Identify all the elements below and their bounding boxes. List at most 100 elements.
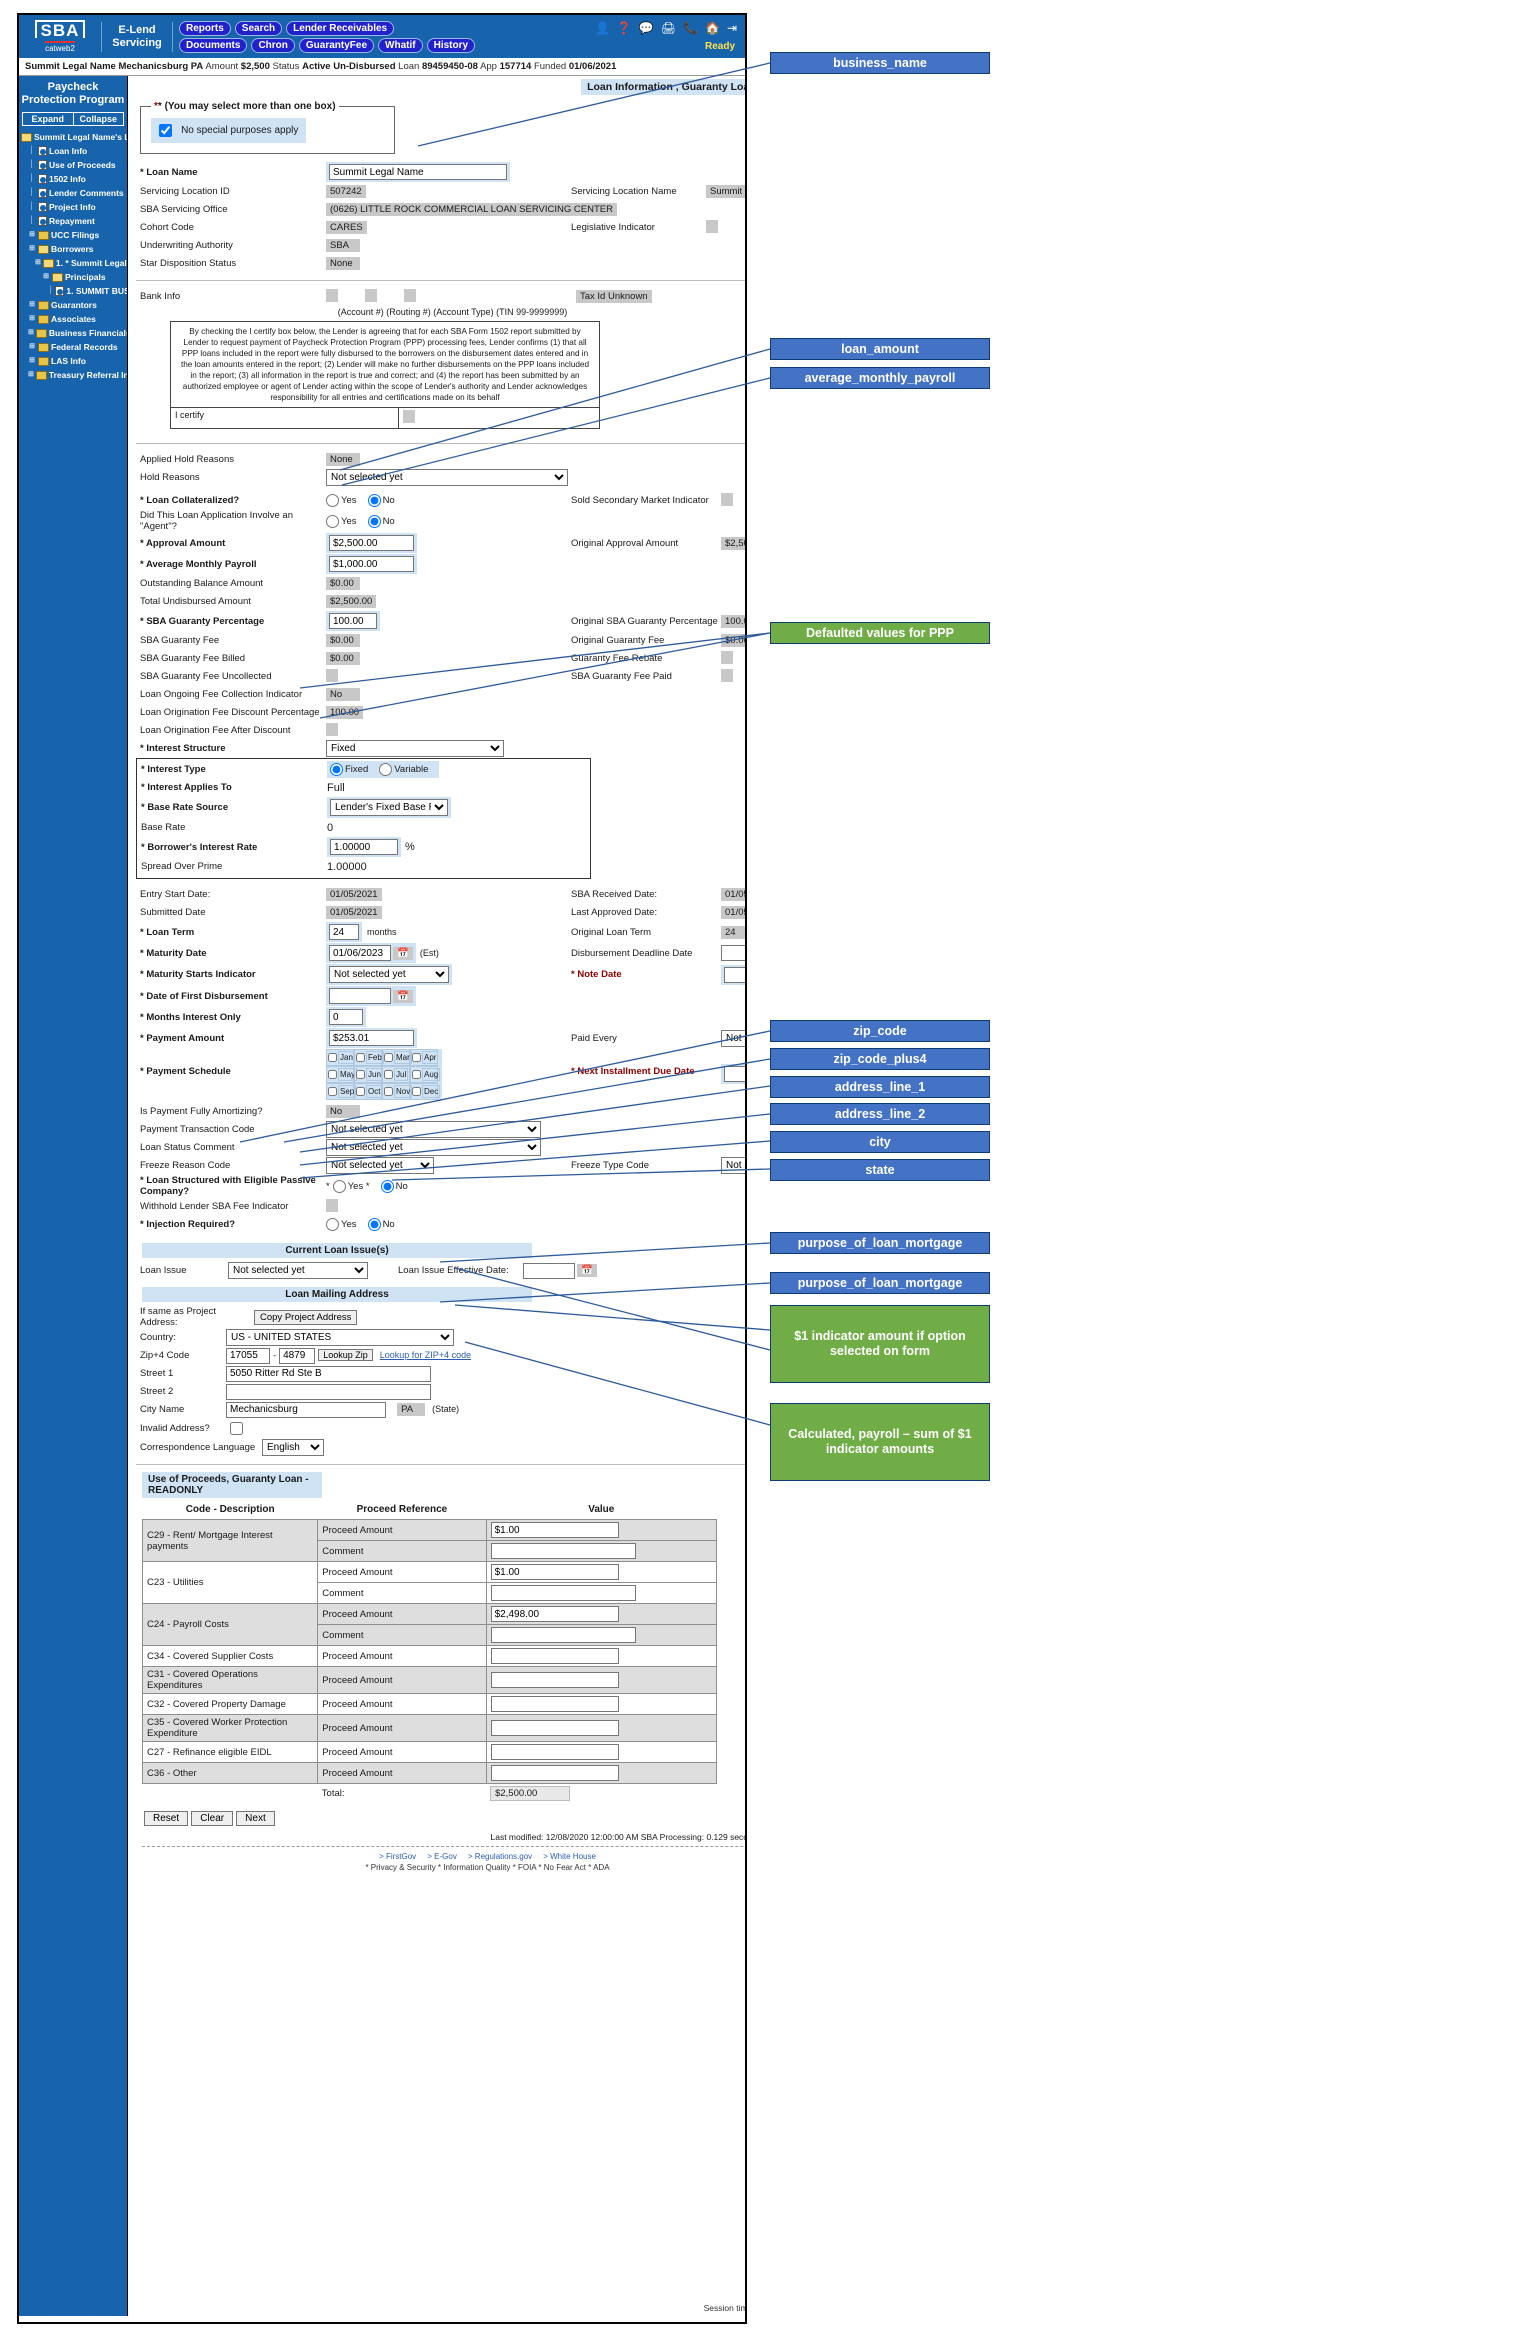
nav-whatif[interactable]: Whatif xyxy=(378,37,423,53)
payment-month-checkbox-jun[interactable] xyxy=(356,1070,365,1079)
calendar-icon-6[interactable]: 📅 xyxy=(577,1264,597,1277)
logout-icon[interactable]: ⇥ xyxy=(727,21,737,35)
payment-month-checkbox-sep[interactable] xyxy=(328,1087,337,1096)
proceed-amount-input[interactable] xyxy=(490,1720,619,1736)
lookup-zip-button[interactable]: Lookup Zip xyxy=(318,1349,373,1361)
tree-expand-icon[interactable]: ⊞ xyxy=(28,341,36,353)
next-button[interactable]: Next xyxy=(236,1811,275,1826)
paid-every-select[interactable]: Not selected yet xyxy=(721,1029,745,1047)
agent-yes-radio[interactable] xyxy=(326,514,339,528)
footer-link-regulations[interactable]: > Regulations.gov xyxy=(468,1852,532,1861)
footer-link-egov[interactable]: > E-Gov xyxy=(427,1852,457,1861)
tree-expand-icon[interactable]: ⊞ xyxy=(28,299,36,311)
sidebar-item-repayment[interactable]: │ Repayment xyxy=(19,214,127,228)
proceed-amount-input[interactable] xyxy=(490,1606,619,1622)
sba-guaranty-pct-input[interactable] xyxy=(329,613,377,629)
proceed-comment-input[interactable] xyxy=(490,1543,636,1559)
proceed-comment-input[interactable] xyxy=(490,1585,636,1601)
passive-no-radio[interactable] xyxy=(380,1179,394,1193)
payment-month-checkbox-feb[interactable] xyxy=(356,1053,365,1062)
calendar-icon[interactable]: 📅 xyxy=(393,946,413,960)
proceed-amount-input[interactable] xyxy=(490,1744,619,1760)
loan-issue-select[interactable]: Not selected yet xyxy=(228,1262,368,1279)
injection-no[interactable]: No xyxy=(367,1218,395,1231)
next-installment-input[interactable] xyxy=(724,1066,745,1082)
payment-month-apr[interactable]: Apr xyxy=(410,1049,439,1066)
tree-expand-icon[interactable]: ⊞ xyxy=(42,271,50,283)
passive-yes-radio[interactable] xyxy=(332,1179,346,1193)
approval-amount-input[interactable] xyxy=(329,535,414,551)
payment-month-dec[interactable]: Dec xyxy=(410,1083,441,1100)
sidebar-item-1-summit-legal-name[interactable]: ⊞ 1. * Summit Legal Name xyxy=(19,256,127,270)
injection-yes-radio[interactable] xyxy=(326,1218,339,1231)
help-icon[interactable]: ❓ xyxy=(617,21,632,35)
loan-term-input[interactable] xyxy=(329,924,359,940)
effective-date-input[interactable] xyxy=(523,1262,575,1279)
hold-reasons-select[interactable]: Not selected yet xyxy=(326,469,568,486)
correspondence-language-select[interactable]: English xyxy=(262,1439,324,1456)
payment-month-aug[interactable]: Aug xyxy=(410,1066,441,1083)
payment-month-checkbox-may[interactable] xyxy=(328,1070,337,1079)
borrower-rate-input[interactable] xyxy=(330,839,398,855)
no-special-purposes-checkbox[interactable] xyxy=(159,124,172,137)
sidebar-item-ucc-filings[interactable]: ⊞ UCC Filings xyxy=(19,228,127,242)
loan-collateralized-no[interactable]: No xyxy=(367,494,395,507)
payment-month-oct[interactable]: Oct xyxy=(354,1083,383,1100)
proceed-amount-input[interactable] xyxy=(490,1765,619,1781)
sidebar-item-business-financials[interactable]: ⊞ Business Financials xyxy=(19,326,127,340)
sidebar-item-lender-comments[interactable]: │ Lender Comments xyxy=(19,186,127,200)
sidebar-item-use-of-proceeds[interactable]: │ Use of Proceeds xyxy=(19,158,127,172)
payment-transaction-code-select[interactable]: Not selected yet xyxy=(326,1121,541,1138)
maturity-starts-select[interactable]: Not selected yet xyxy=(329,966,449,983)
sidebar-item-las-info[interactable]: ⊞ LAS Info xyxy=(19,354,127,368)
payment-month-nov[interactable]: Nov xyxy=(382,1083,413,1100)
loan-collateralized-yes-radio[interactable] xyxy=(326,494,339,507)
sidebar-item-1-summit-busine[interactable]: │ 1. SUMMIT BUSINE xyxy=(19,284,127,298)
footer-link-whitehouse[interactable]: > White House xyxy=(543,1852,596,1861)
interest-type-variable[interactable]: Variable xyxy=(379,763,428,776)
payment-month-jul[interactable]: Jul xyxy=(382,1066,410,1083)
payment-month-checkbox-jan[interactable] xyxy=(328,1053,337,1062)
proceed-amount-input[interactable] xyxy=(490,1696,619,1712)
tree-root[interactable]: Summit Legal Name's Loan Appl xyxy=(19,130,127,144)
sidebar-item-principals[interactable]: ⊞ Principals xyxy=(19,270,127,284)
nav-lender-receivables[interactable]: Lender Receivables xyxy=(286,20,395,36)
phone-icon[interactable]: 📞 xyxy=(683,21,698,35)
payment-month-jan[interactable]: Jan xyxy=(326,1049,355,1066)
tree-expand-icon[interactable]: ⊞ xyxy=(28,243,36,255)
payment-month-checkbox-nov[interactable] xyxy=(384,1087,393,1096)
interest-type-fixed[interactable]: Fixed xyxy=(330,763,368,776)
payment-month-feb[interactable]: Feb xyxy=(354,1049,384,1066)
calendar-icon-4[interactable]: 📅 xyxy=(393,989,413,1003)
payment-month-checkbox-apr[interactable] xyxy=(412,1053,421,1062)
payment-month-mar[interactable]: Mar xyxy=(382,1049,412,1066)
loan-name-input[interactable] xyxy=(329,164,507,180)
months-interest-only-input[interactable] xyxy=(329,1009,363,1025)
sidebar-item-project-info[interactable]: │ Project Info xyxy=(19,200,127,214)
lookup-zip-link[interactable]: Lookup for ZIP+4 code xyxy=(380,1350,471,1360)
country-select[interactable]: US - UNITED STATES xyxy=(226,1329,454,1346)
disb-deadline-input[interactable] xyxy=(721,945,745,961)
payment-month-checkbox-aug[interactable] xyxy=(412,1070,421,1079)
interest-type-variable-radio[interactable] xyxy=(379,763,393,776)
zip-code-input[interactable] xyxy=(226,1347,270,1364)
payment-amount-input[interactable] xyxy=(329,1030,414,1046)
nav-guarantyfee[interactable]: GuarantyFee xyxy=(298,37,375,53)
base-rate-source-select[interactable]: Lender's Fixed Base Rate xyxy=(330,799,448,816)
footer-link-firstgov[interactable]: > FirstGov xyxy=(379,1852,416,1861)
loan-collateralized-no-radio[interactable] xyxy=(367,494,381,507)
chat-icon[interactable]: 💬 xyxy=(639,21,654,35)
interest-type-fixed-radio[interactable] xyxy=(330,763,343,776)
nav-chron[interactable]: Chron xyxy=(251,37,295,53)
payment-month-checkbox-mar[interactable] xyxy=(384,1053,393,1062)
proceed-amount-input[interactable] xyxy=(490,1522,619,1538)
tree-expand-icon[interactable]: ⊞ xyxy=(28,369,34,381)
injection-no-radio[interactable] xyxy=(367,1218,381,1231)
agent-no[interactable]: No xyxy=(367,514,395,528)
tree-expand-icon[interactable]: ⊞ xyxy=(28,355,36,367)
proceed-amount-input[interactable] xyxy=(490,1564,619,1580)
freeze-reason-select[interactable]: Not selected yet xyxy=(326,1157,434,1174)
freeze-type-select[interactable]: Not selected yet xyxy=(721,1157,745,1174)
collapse-button[interactable]: Collapse xyxy=(74,113,124,125)
reset-button[interactable]: Reset xyxy=(144,1811,189,1826)
